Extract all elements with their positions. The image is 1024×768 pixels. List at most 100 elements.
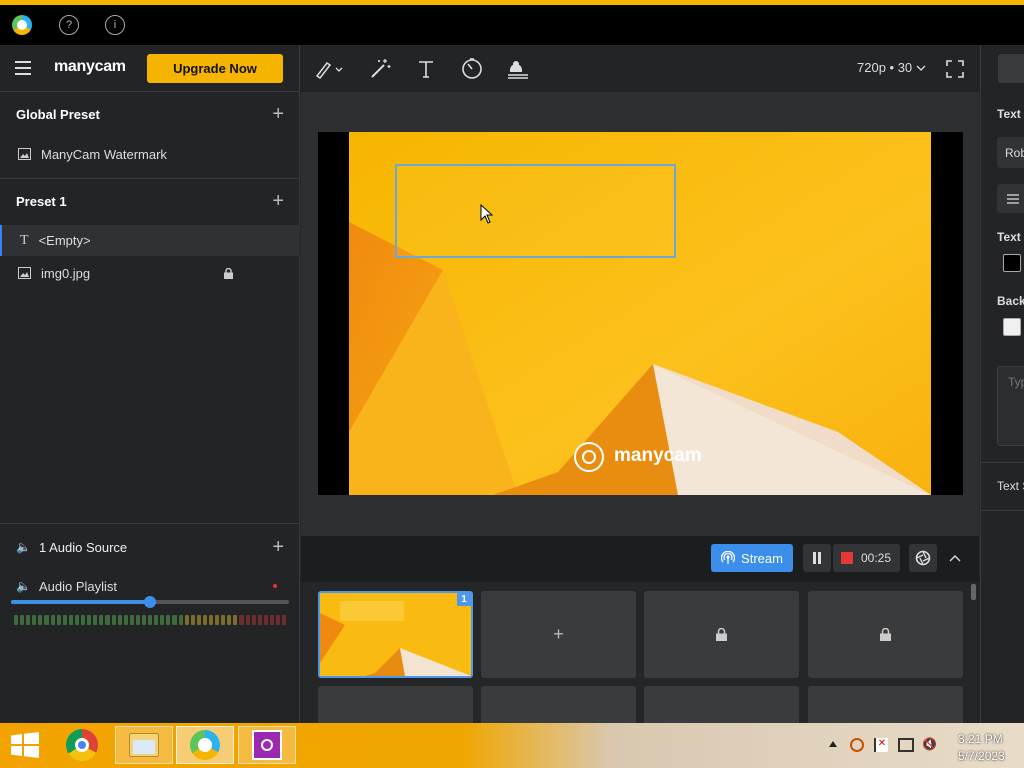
background-color-swatch[interactable] bbox=[1003, 318, 1021, 336]
locked-preset-cell[interactable] bbox=[644, 686, 799, 723]
right-panel-button[interactable] bbox=[998, 54, 1024, 83]
pen-draw-tool[interactable] bbox=[311, 55, 347, 83]
sidebar-item-img0[interactable]: img0.jpg bbox=[0, 262, 300, 284]
audio-playlist-row[interactable]: 🔈 Audio Playlist bbox=[0, 575, 300, 597]
add-preset-source-icon[interactable]: + bbox=[272, 190, 284, 213]
start-button[interactable] bbox=[0, 726, 50, 764]
effects-tool[interactable] bbox=[366, 55, 394, 83]
vu-bar bbox=[26, 615, 31, 625]
lock-icon bbox=[880, 628, 891, 641]
add-global-source-icon[interactable]: + bbox=[272, 103, 284, 126]
help-icon[interactable]: ? bbox=[59, 15, 79, 35]
taskbar-file-explorer[interactable] bbox=[115, 726, 173, 764]
chevron-up-icon[interactable] bbox=[949, 554, 961, 562]
global-preset-header: Global Preset + bbox=[0, 103, 300, 125]
audio-level-meter bbox=[14, 615, 287, 625]
snapshot-button[interactable] bbox=[909, 544, 937, 572]
grid-scrollbar[interactable] bbox=[971, 584, 976, 600]
text-input-area[interactable]: Typ bbox=[997, 366, 1024, 446]
vu-bar bbox=[202, 615, 207, 625]
vu-bar bbox=[209, 615, 214, 625]
tray-network-icon[interactable] bbox=[898, 738, 914, 752]
fullscreen-button[interactable] bbox=[941, 55, 969, 83]
aperture-icon bbox=[915, 550, 931, 566]
right-panel-divider bbox=[981, 510, 1024, 511]
text-color-label: Text c bbox=[997, 230, 1024, 244]
add-preset-button[interactable]: + bbox=[481, 591, 636, 678]
vu-bar bbox=[196, 615, 201, 625]
toolbar: 720p • 30 bbox=[301, 45, 979, 92]
volume-knob[interactable] bbox=[144, 596, 156, 608]
mouse-cursor-icon bbox=[480, 204, 494, 224]
manycam-taskbar-icon bbox=[190, 730, 220, 760]
lock-icon bbox=[716, 628, 727, 641]
sidebar-item-label: ManyCam Watermark bbox=[41, 146, 167, 162]
pen-icon bbox=[315, 61, 343, 79]
vu-bar bbox=[38, 615, 43, 625]
taskbar-date: 5/7/2023 bbox=[958, 749, 1005, 763]
resolution-value: 720p • 30 bbox=[857, 60, 913, 75]
tray-flag-icon[interactable]: ✕ bbox=[874, 738, 888, 752]
text-tool[interactable] bbox=[412, 55, 440, 83]
pause-button[interactable] bbox=[803, 544, 831, 572]
locked-preset-cell[interactable] bbox=[644, 591, 799, 678]
timer-tool[interactable] bbox=[458, 55, 486, 83]
locked-preset-cell[interactable] bbox=[318, 686, 473, 723]
volume-slider[interactable] bbox=[11, 596, 289, 608]
preset-cell-1[interactable]: 1 bbox=[318, 591, 473, 678]
vu-bar bbox=[141, 615, 147, 625]
chevron-down-icon bbox=[916, 65, 926, 71]
tray-search-icon[interactable] bbox=[850, 738, 864, 752]
vu-bar bbox=[184, 615, 189, 625]
vu-bar bbox=[123, 615, 128, 625]
timer-icon bbox=[462, 58, 482, 79]
pause-icon bbox=[813, 552, 821, 564]
preset1-title: Preset 1 bbox=[16, 193, 67, 209]
record-button[interactable]: 00:25 bbox=[833, 544, 900, 572]
sidebar: manycam Upgrade Now Global Preset + Many… bbox=[0, 45, 300, 723]
text-layer-selection-box[interactable] bbox=[395, 164, 676, 258]
folder-icon bbox=[129, 733, 159, 757]
vu-bar bbox=[227, 615, 232, 625]
menu-icon[interactable] bbox=[15, 61, 31, 75]
locked-preset-cell[interactable] bbox=[808, 591, 963, 678]
resolution-dropdown[interactable]: 720p • 30 bbox=[857, 60, 926, 75]
text-color-swatch[interactable] bbox=[1003, 254, 1021, 272]
add-audio-source-icon[interactable]: + bbox=[272, 536, 284, 559]
tray-overflow-icon[interactable] bbox=[829, 741, 837, 747]
manycam-logo-text: manycam bbox=[54, 58, 126, 75]
global-preset-title: Global Preset bbox=[16, 106, 100, 122]
lower-third-tool[interactable] bbox=[504, 55, 532, 83]
taskbar-chrome[interactable] bbox=[53, 726, 111, 764]
taskbar-camera-app[interactable] bbox=[238, 726, 296, 764]
taskbar-manycam[interactable] bbox=[176, 726, 234, 764]
font-select[interactable]: Rob bbox=[997, 137, 1024, 168]
vu-bar bbox=[269, 615, 275, 625]
locked-preset-cell[interactable] bbox=[481, 686, 636, 723]
taskbar-time: 3:21 PM bbox=[958, 732, 1003, 746]
upgrade-now-button[interactable]: Upgrade Now bbox=[147, 54, 283, 83]
vu-bar bbox=[166, 615, 171, 625]
vu-bar bbox=[257, 615, 262, 625]
preset-number-badge: 1 bbox=[457, 593, 471, 606]
vu-bar bbox=[105, 615, 110, 625]
vu-bar bbox=[20, 615, 25, 625]
vu-bar bbox=[239, 615, 244, 625]
tray-volume-muted-icon[interactable]: 🔇 bbox=[922, 737, 937, 751]
video-preview[interactable]: manycam bbox=[318, 132, 963, 495]
stream-button[interactable]: Stream bbox=[711, 544, 793, 572]
vu-bar bbox=[62, 615, 67, 625]
preset1-header: Preset 1 + bbox=[0, 190, 300, 212]
sidebar-item-empty-text[interactable]: T <Empty> bbox=[0, 225, 300, 256]
vu-bar bbox=[117, 615, 122, 625]
align-button[interactable] bbox=[997, 184, 1024, 213]
vu-bar bbox=[135, 615, 140, 625]
info-icon[interactable]: i bbox=[105, 15, 125, 35]
image-icon bbox=[18, 148, 31, 160]
align-left-icon bbox=[1007, 194, 1019, 204]
locked-preset-cell[interactable] bbox=[808, 686, 963, 723]
vu-bar bbox=[190, 615, 195, 625]
live-dot-icon bbox=[273, 584, 277, 588]
sidebar-item-manycam-watermark[interactable]: ManyCam Watermark bbox=[0, 143, 300, 165]
chrome-icon bbox=[66, 729, 98, 761]
